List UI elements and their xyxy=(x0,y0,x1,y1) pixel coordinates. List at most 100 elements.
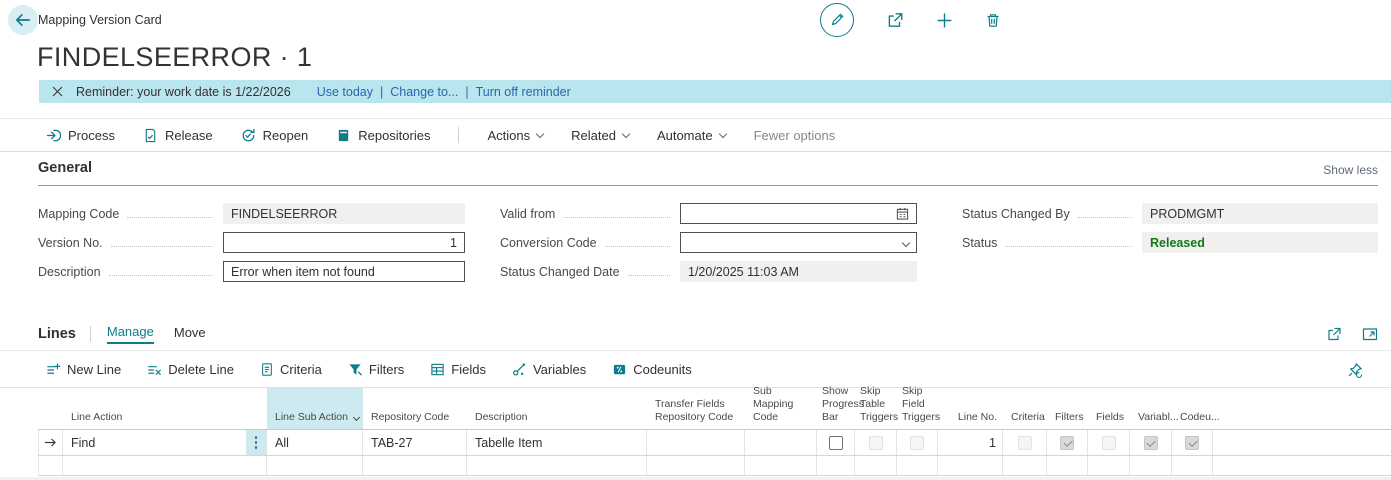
chevron-down-icon[interactable] xyxy=(902,238,910,246)
cell-variables xyxy=(1130,430,1172,455)
mapping-code-field: Mapping Code FINDELSEERROR xyxy=(38,203,465,224)
column-header-line-sub-action[interactable]: Line Sub Action xyxy=(267,388,363,429)
column-header-filters[interactable]: Filters xyxy=(1047,388,1088,429)
release-button[interactable]: Release xyxy=(143,128,213,143)
fields-grid-icon xyxy=(430,362,445,377)
separator: | xyxy=(465,85,468,99)
column-header-fields[interactable]: Fields xyxy=(1088,388,1130,429)
column-header-repository-code[interactable]: Repository Code xyxy=(363,388,467,429)
checkbox xyxy=(1102,436,1116,450)
back-button[interactable] xyxy=(8,5,38,35)
column-header-show-progress-bar[interactable]: Show Progress Bar xyxy=(817,388,855,429)
page-action-icons xyxy=(820,2,1001,38)
share-icon[interactable] xyxy=(1326,326,1342,342)
cell-line-sub-action[interactable]: All xyxy=(267,430,363,455)
column-header-codeunits[interactable]: Codeu... xyxy=(1172,388,1213,429)
status-changed-by-value: PRODMGMT xyxy=(1142,203,1378,224)
general-column-3: Status Changed By PRODMGMT Status Releas… xyxy=(962,203,1378,253)
table-row: Find All TAB-27 Tabelle Item 1 xyxy=(38,430,1391,456)
description-input[interactable]: Error when item not found xyxy=(223,261,465,282)
close-icon[interactable] xyxy=(52,86,63,97)
cell-sub-mapping-code[interactable] xyxy=(745,430,817,455)
tab-move[interactable]: Move xyxy=(174,325,206,343)
general-section-title[interactable]: General xyxy=(38,160,92,176)
checkbox xyxy=(1144,436,1158,450)
cell-filters xyxy=(1047,430,1088,455)
share-icon[interactable] xyxy=(886,11,904,29)
column-header-line-action[interactable]: Line Action xyxy=(63,388,267,429)
dotted-leader xyxy=(1078,209,1132,218)
cell-line-action[interactable]: Find xyxy=(63,430,267,455)
filters-button[interactable]: Filters xyxy=(348,362,404,377)
turn-off-reminder-link[interactable]: Turn off reminder xyxy=(476,85,571,99)
new-plus-icon[interactable] xyxy=(936,12,953,29)
column-header-skip-table-triggers[interactable]: Skip Table Triggers xyxy=(855,388,897,429)
dotted-leader xyxy=(111,238,213,247)
conversion-code-select[interactable] xyxy=(680,232,917,253)
process-button[interactable]: Process xyxy=(46,128,115,143)
column-header-variables[interactable]: Variabl... xyxy=(1130,388,1172,429)
page-title: FINDELSEERROR · 1 xyxy=(37,42,312,73)
reminder-text: Reminder: your work date is 1/22/2026 xyxy=(76,85,291,99)
reopen-button[interactable]: Reopen xyxy=(241,128,309,143)
checkbox xyxy=(1185,436,1199,450)
table-row-empty xyxy=(38,456,1391,476)
fields-button[interactable]: Fields xyxy=(430,362,486,377)
delete-line-button[interactable]: Delete Line xyxy=(147,362,234,377)
cell-skip-table-triggers xyxy=(855,430,897,455)
checkbox xyxy=(1060,436,1074,450)
separator: | xyxy=(380,85,383,99)
row-context-menu-icon[interactable] xyxy=(246,430,266,455)
row-selector-cell[interactable] xyxy=(38,430,63,455)
new-line-button[interactable]: New Line xyxy=(46,362,121,377)
version-no-input[interactable]: 1 xyxy=(223,232,465,253)
version-no-field: Version No. 1 xyxy=(38,232,465,253)
automate-menu[interactable]: Automate xyxy=(657,128,726,143)
status-changed-by-field: Status Changed By PRODMGMT xyxy=(962,203,1378,224)
lines-toolbar: New Line Delete Line Criteria Filters Fi… xyxy=(0,352,1391,388)
column-header-skip-field-triggers[interactable]: Skip Field Triggers xyxy=(897,388,938,429)
codeunits-button[interactable]: Codeunits xyxy=(612,362,692,377)
divider xyxy=(458,127,459,143)
related-menu[interactable]: Related xyxy=(571,128,629,143)
column-header-description[interactable]: Description xyxy=(467,388,647,429)
current-row-arrow-icon xyxy=(44,437,57,448)
column-header-line-no[interactable]: Line No. xyxy=(938,388,1003,429)
cell-repository-code[interactable]: TAB-27 xyxy=(363,430,467,455)
actions-menu[interactable]: Actions xyxy=(487,128,543,143)
calendar-icon[interactable] xyxy=(896,207,909,220)
tab-manage[interactable]: Manage xyxy=(107,324,154,344)
row-selector-header xyxy=(38,388,63,429)
checkbox[interactable] xyxy=(829,436,843,450)
checkbox xyxy=(1018,436,1032,450)
fewer-options-button[interactable]: Fewer options xyxy=(754,128,836,143)
show-less-link[interactable]: Show less xyxy=(1323,163,1378,177)
dotted-leader xyxy=(109,267,213,276)
valid-from-label: Valid from xyxy=(500,207,555,221)
valid-from-input[interactable] xyxy=(680,203,917,224)
valid-from-field: Valid from xyxy=(500,203,917,224)
delete-trash-icon[interactable] xyxy=(985,12,1001,29)
cell-transfer-fields-repository-code[interactable] xyxy=(647,430,745,455)
change-to-link[interactable]: Change to... xyxy=(390,85,458,99)
column-header-sub-mapping-code[interactable]: Sub Mapping Code xyxy=(745,388,817,429)
variables-button[interactable]: Variables xyxy=(512,362,586,377)
reminder-links: Use today | Change to... | Turn off remi… xyxy=(317,85,571,99)
column-header-transfer-fields-repository-code[interactable]: Transfer Fields Repository Code xyxy=(647,388,745,429)
divider xyxy=(0,350,1391,351)
repositories-icon xyxy=(336,128,351,143)
criteria-button[interactable]: Criteria xyxy=(260,362,322,377)
description-field: Description Error when item not found xyxy=(38,261,465,282)
cell-description[interactable]: Tabelle Item xyxy=(467,430,647,455)
new-line-icon xyxy=(46,362,61,377)
edit-button[interactable] xyxy=(820,3,854,37)
pin-icon[interactable] xyxy=(1347,362,1363,378)
status-changed-date-label: Status Changed Date xyxy=(500,265,620,279)
use-today-link[interactable]: Use today xyxy=(317,85,373,99)
focus-mode-icon[interactable] xyxy=(1362,326,1378,342)
cell-line-no[interactable]: 1 xyxy=(938,430,1003,455)
column-header-criteria[interactable]: Criteria xyxy=(1003,388,1047,429)
chevron-down-icon[interactable] xyxy=(353,414,360,421)
repositories-button[interactable]: Repositories xyxy=(336,128,430,143)
cell-show-progress-bar[interactable] xyxy=(817,430,855,455)
